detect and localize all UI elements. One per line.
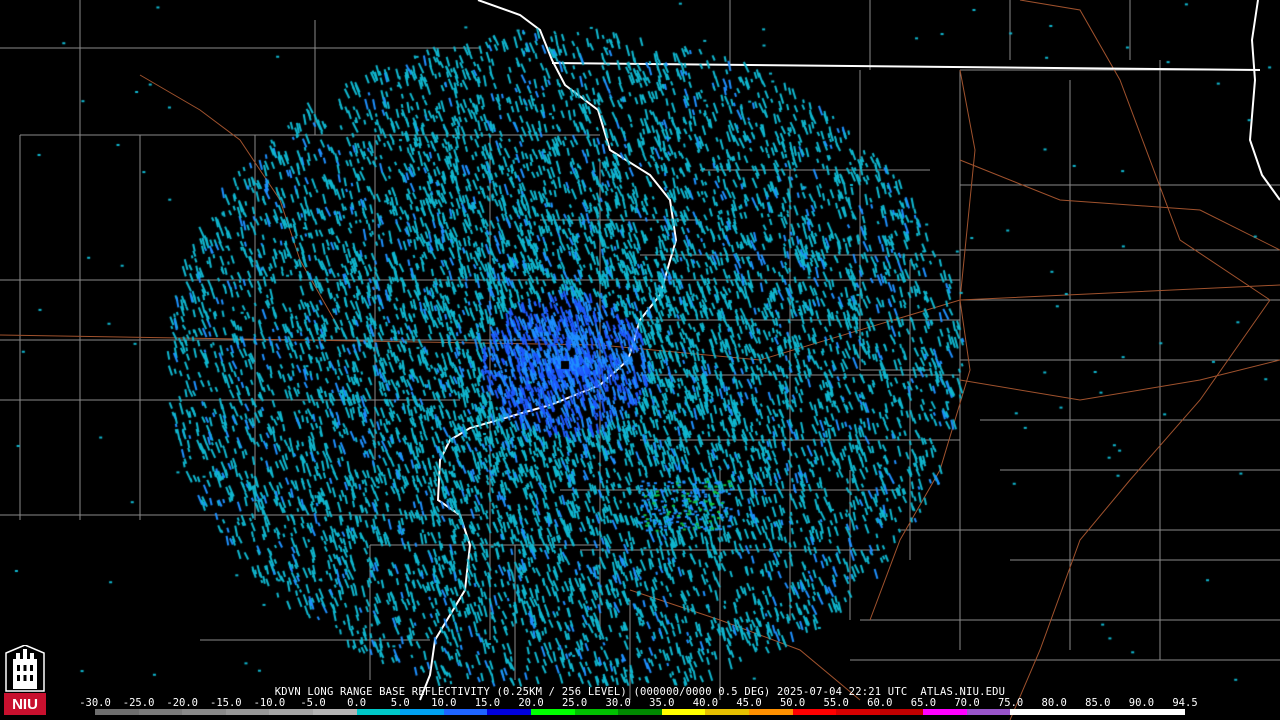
legend-tick-label: 40.0 bbox=[692, 697, 719, 709]
legend-tick-label: 25.0 bbox=[561, 697, 588, 709]
legend-tick-label: 0.0 bbox=[347, 697, 367, 709]
color-bar-segment bbox=[1141, 709, 1185, 715]
color-bar-segment bbox=[923, 709, 967, 715]
legend-tick-label: 90.0 bbox=[1128, 697, 1155, 709]
legend-tick-label: 55.0 bbox=[823, 697, 849, 709]
color-bar-segment bbox=[138, 709, 183, 715]
radar-reflectivity-echoes bbox=[0, 0, 1280, 720]
color-bar-segment bbox=[95, 709, 139, 715]
color-bar-segment bbox=[705, 709, 749, 715]
legend-tick-label: -5.0 bbox=[300, 697, 326, 709]
color-bar-segment bbox=[487, 709, 531, 715]
color-bar-segment bbox=[661, 709, 706, 715]
color-bar-segment bbox=[618, 709, 662, 715]
legend-tick-label: -25.0 bbox=[122, 697, 155, 709]
legend-tick-label: 65.0 bbox=[910, 697, 937, 709]
legend-tick-label: -20.0 bbox=[166, 697, 198, 709]
niu-logo: NIU bbox=[4, 645, 46, 715]
color-bar-segment bbox=[400, 709, 444, 715]
color-bar-segment bbox=[530, 709, 575, 715]
legend-tick-label: 35.0 bbox=[649, 697, 675, 709]
legend-tick-label: 94.5 bbox=[1172, 697, 1198, 709]
legend-tick-label: 75.0 bbox=[997, 697, 1024, 709]
legend-tick-label: -10.0 bbox=[253, 697, 286, 709]
legend-tick-label: 45.0 bbox=[736, 697, 762, 709]
reflectivity-color-bar bbox=[95, 709, 1185, 715]
legend-tick-label: 85.0 bbox=[1085, 697, 1111, 709]
color-bar-segment bbox=[356, 709, 401, 715]
color-bar-segment bbox=[836, 709, 880, 715]
color-bar-segment bbox=[966, 709, 1011, 715]
legend-tick-label: 20.0 bbox=[518, 697, 544, 709]
logo-text: NIU bbox=[12, 696, 38, 713]
color-bar-segment bbox=[748, 709, 793, 715]
color-bar-segment bbox=[1054, 709, 1098, 715]
legend-tick-label: 30.0 bbox=[605, 697, 631, 709]
color-bar-segment bbox=[312, 709, 357, 715]
legend-tick-label: 15.0 bbox=[474, 697, 501, 709]
legend-tick-label: -15.0 bbox=[209, 697, 242, 709]
legend-tick-label: 5.0 bbox=[390, 697, 410, 709]
color-bar-segment bbox=[1010, 709, 1055, 715]
color-bar-segment bbox=[879, 709, 924, 715]
color-bar-segment bbox=[792, 709, 837, 715]
color-bar-segment bbox=[269, 709, 313, 715]
color-bar-segment bbox=[225, 709, 270, 715]
legend-tick-label: 10.0 bbox=[431, 697, 457, 709]
color-bar-segment bbox=[182, 709, 226, 715]
legend-tick-label: 80.0 bbox=[1041, 697, 1067, 709]
legend-tick-label: 60.0 bbox=[867, 697, 893, 709]
color-bar-segment bbox=[443, 709, 488, 715]
color-bar-segment bbox=[574, 709, 619, 715]
color-bar-segment bbox=[1097, 709, 1142, 715]
legend-tick-label: 70.0 bbox=[954, 697, 980, 709]
legend-tick-label: 50.0 bbox=[779, 697, 806, 709]
legend-tick-label: -30.0 bbox=[79, 697, 111, 709]
legend-tick-labels: -30.0 -25.0 -20.0 -15.0 -10.0 -5.0 0.0 5.0 10.0 1… bbox=[79, 697, 1198, 709]
